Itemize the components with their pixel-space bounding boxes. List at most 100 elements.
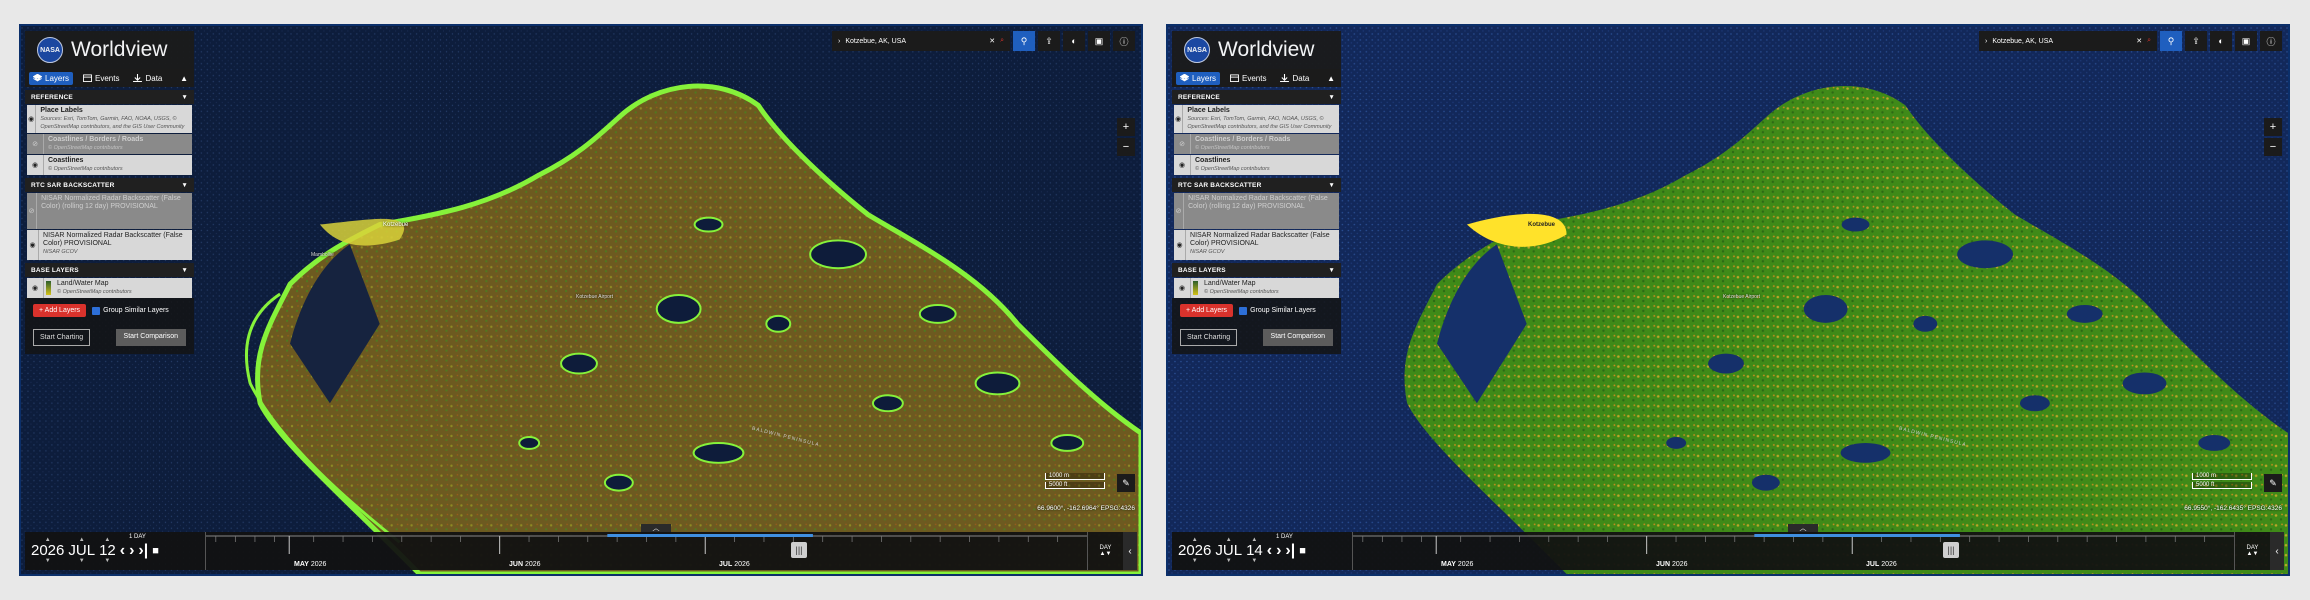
timeline-collapse-icon[interactable]: ‹	[1123, 532, 1137, 570]
skip-to-latest-icon[interactable]: ›|	[138, 542, 148, 560]
tab-events[interactable]: Events	[79, 72, 123, 85]
month-selector[interactable]: ▲ JUL ▼	[68, 537, 95, 565]
chevron-down-icon[interactable]: ▼	[1328, 182, 1335, 189]
share-button[interactable]: ⇪	[1038, 31, 1060, 51]
right-map-view[interactable]: Kotzebue Kotzebue Airport BALDWIN PENINS…	[1166, 24, 2290, 576]
zoom-out-button[interactable]: −	[2264, 138, 2282, 156]
search-input[interactable]: Kotzebue, AK, USA	[845, 38, 984, 45]
layer-place-labels[interactable]: ◉ Place Labels Sources: Esri, TomTom, Gar…	[27, 105, 192, 133]
zoom-in-button[interactable]: +	[1117, 118, 1135, 136]
timescale-zoom[interactable]: DAY ▲▼	[2234, 532, 2270, 570]
eye-slash-icon[interactable]: ⊘	[1174, 193, 1185, 229]
day-value[interactable]: 14	[1246, 543, 1263, 558]
start-comparison-button[interactable]: Start Comparison	[115, 329, 186, 346]
search-icon[interactable]: ⌕	[2147, 37, 2151, 45]
chevron-down-icon[interactable]: ▼	[181, 182, 188, 189]
year-selector[interactable]: ▲ 2026 ▼	[31, 537, 64, 565]
day-selector[interactable]: ▲ 14 ▼	[1246, 537, 1263, 565]
zoom-in-button[interactable]: +	[2264, 118, 2282, 136]
timeline-track[interactable]: MAY 2026 JUN 2026 JUL 2026 |||	[1352, 532, 2234, 570]
checkbox-icon[interactable]	[92, 306, 101, 315]
add-layers-button[interactable]: + Add Layers	[33, 304, 87, 317]
location-search[interactable]: › Kotzebue, AK, USA ✕ ⌕	[832, 31, 1010, 51]
eye-slash-icon[interactable]: ⊘	[1174, 134, 1191, 154]
day-selector[interactable]: ▲ 12 ▼	[99, 537, 116, 565]
group-base-layers[interactable]: BASE LAYERS ▼	[25, 263, 194, 277]
layer-coastlines[interactable]: ◉ Coastlines © OpenStreetMap contributors	[27, 155, 192, 175]
search-icon[interactable]: ⌕	[1000, 37, 1004, 45]
eye-icon[interactable]: ◉	[1174, 230, 1187, 260]
tab-layers[interactable]: Layers	[29, 71, 74, 85]
start-charting-button[interactable]: Start Charting	[33, 329, 91, 346]
month-selector[interactable]: ▲ JUL ▼	[1215, 537, 1242, 565]
share-button[interactable]: ⇪	[2185, 31, 2207, 51]
brand-header[interactable]: NASA Worldview	[25, 31, 194, 69]
month-value[interactable]: JUL	[1215, 543, 1242, 558]
layer-nisar[interactable]: ◉ NISAR Normalized Radar Backscatter (Fa…	[1174, 230, 1339, 260]
video-camera-icon[interactable]: ■	[1299, 545, 1306, 557]
info-button[interactable]: ⓘ	[1113, 31, 1135, 51]
chevron-icon[interactable]: ▲▼	[2247, 551, 2259, 557]
projection-button[interactable]: ◐	[1063, 31, 1085, 51]
checkbox-icon[interactable]	[1239, 306, 1248, 315]
collapse-sidebar-icon[interactable]: ▲	[180, 74, 188, 83]
month-value[interactable]: JUL	[68, 543, 95, 558]
chevron-icon[interactable]: ▲▼	[1100, 551, 1112, 557]
eye-slash-icon[interactable]: ⊘	[27, 193, 38, 229]
layer-place-labels[interactable]: ◉ Place Labels Sources: Esri, TomTom, Gar…	[1174, 105, 1339, 133]
layer-nisar-rolling[interactable]: ⊘ NISAR Normalized Radar Backscatter (Fa…	[27, 193, 192, 229]
location-pin-button[interactable]: ⚲	[2160, 31, 2182, 51]
previous-date-icon[interactable]: ‹	[1267, 542, 1272, 560]
eye-icon[interactable]: ◉	[27, 278, 44, 298]
eye-icon[interactable]: ◉	[27, 105, 37, 133]
brand-header[interactable]: NASA Worldview	[1172, 31, 1341, 69]
previous-date-icon[interactable]: ‹	[120, 542, 125, 560]
close-icon[interactable]: ✕	[2136, 37, 2142, 45]
interval-label[interactable]: 1 DAY	[129, 534, 146, 540]
eye-icon[interactable]: ◉	[27, 155, 44, 175]
search-input[interactable]: Kotzebue, AK, USA	[1992, 38, 2131, 45]
year-selector[interactable]: ▲ 2026 ▼	[1178, 537, 1211, 565]
close-icon[interactable]: ✕	[989, 37, 995, 45]
projection-button[interactable]: ◐	[2210, 31, 2232, 51]
timeline-collapse-icon[interactable]: ‹	[2270, 532, 2284, 570]
group-reference[interactable]: REFERENCE ▼	[1172, 90, 1341, 104]
eye-icon[interactable]: ◉	[1174, 155, 1191, 175]
layer-land-water[interactable]: ◉ Land/Water Map © OpenStreetMap contribu…	[27, 278, 192, 298]
coordinates-readout[interactable]: 66.9600°, -162.6964° EPSG:4326	[1037, 505, 1135, 512]
timeline-handle[interactable]: |||	[791, 542, 807, 558]
tab-events[interactable]: Events	[1226, 72, 1270, 85]
next-date-icon[interactable]: ›	[129, 542, 134, 560]
tab-layers[interactable]: Layers	[1176, 71, 1221, 85]
group-reference[interactable]: REFERENCE ▼	[25, 90, 194, 104]
eye-icon[interactable]: ◉	[1174, 105, 1184, 133]
eye-icon[interactable]: ◉	[27, 230, 40, 260]
location-pin-button[interactable]: ⚲	[1013, 31, 1035, 51]
chevron-down-icon[interactable]: ▼	[1328, 94, 1335, 101]
layer-nisar[interactable]: ◉ NISAR Normalized Radar Backscatter (Fa…	[27, 230, 192, 260]
coordinates-readout[interactable]: 66.9550°, -162.6435° EPSG:4326	[2184, 505, 2282, 512]
tab-data[interactable]: Data	[1276, 72, 1313, 85]
group-rtc-sar[interactable]: RTC SAR BACKSCATTER ▼	[1172, 178, 1341, 192]
layer-nisar-rolling[interactable]: ⊘ NISAR Normalized Radar Backscatter (Fa…	[1174, 193, 1339, 229]
zoom-out-button[interactable]: −	[1117, 138, 1135, 156]
group-base-layers[interactable]: BASE LAYERS ▼	[1172, 263, 1341, 277]
start-charting-button[interactable]: Start Charting	[1180, 329, 1238, 346]
year-value[interactable]: 2026	[1178, 543, 1211, 558]
left-map-view[interactable]: Kotzebue Mambollie Kotzebue Airport BALD…	[19, 24, 1143, 576]
measure-button[interactable]: ✎	[1117, 474, 1135, 492]
chevron-down-icon[interactable]: ▼	[181, 94, 188, 101]
layer-coastlines-borders-roads[interactable]: ⊘ Coastlines / Borders / Roads © OpenStre…	[27, 134, 192, 154]
year-value[interactable]: 2026	[31, 543, 64, 558]
day-value[interactable]: 12	[99, 543, 116, 558]
chevron-down-icon[interactable]: ▼	[1328, 267, 1335, 274]
timeline-handle[interactable]: |||	[1943, 542, 1959, 558]
layer-coastlines-borders-roads[interactable]: ⊘ Coastlines / Borders / Roads © OpenStre…	[1174, 134, 1339, 154]
layer-land-water[interactable]: ◉ Land/Water Map © OpenStreetMap contribu…	[1174, 278, 1339, 298]
tab-data[interactable]: Data	[129, 72, 166, 85]
start-comparison-button[interactable]: Start Comparison	[1262, 329, 1333, 346]
layer-coastlines[interactable]: ◉ Coastlines © OpenStreetMap contributors	[1174, 155, 1339, 175]
group-rtc-sar[interactable]: RTC SAR BACKSCATTER ▼	[25, 178, 194, 192]
eye-slash-icon[interactable]: ⊘	[27, 134, 44, 154]
video-camera-icon[interactable]: ■	[152, 545, 159, 557]
